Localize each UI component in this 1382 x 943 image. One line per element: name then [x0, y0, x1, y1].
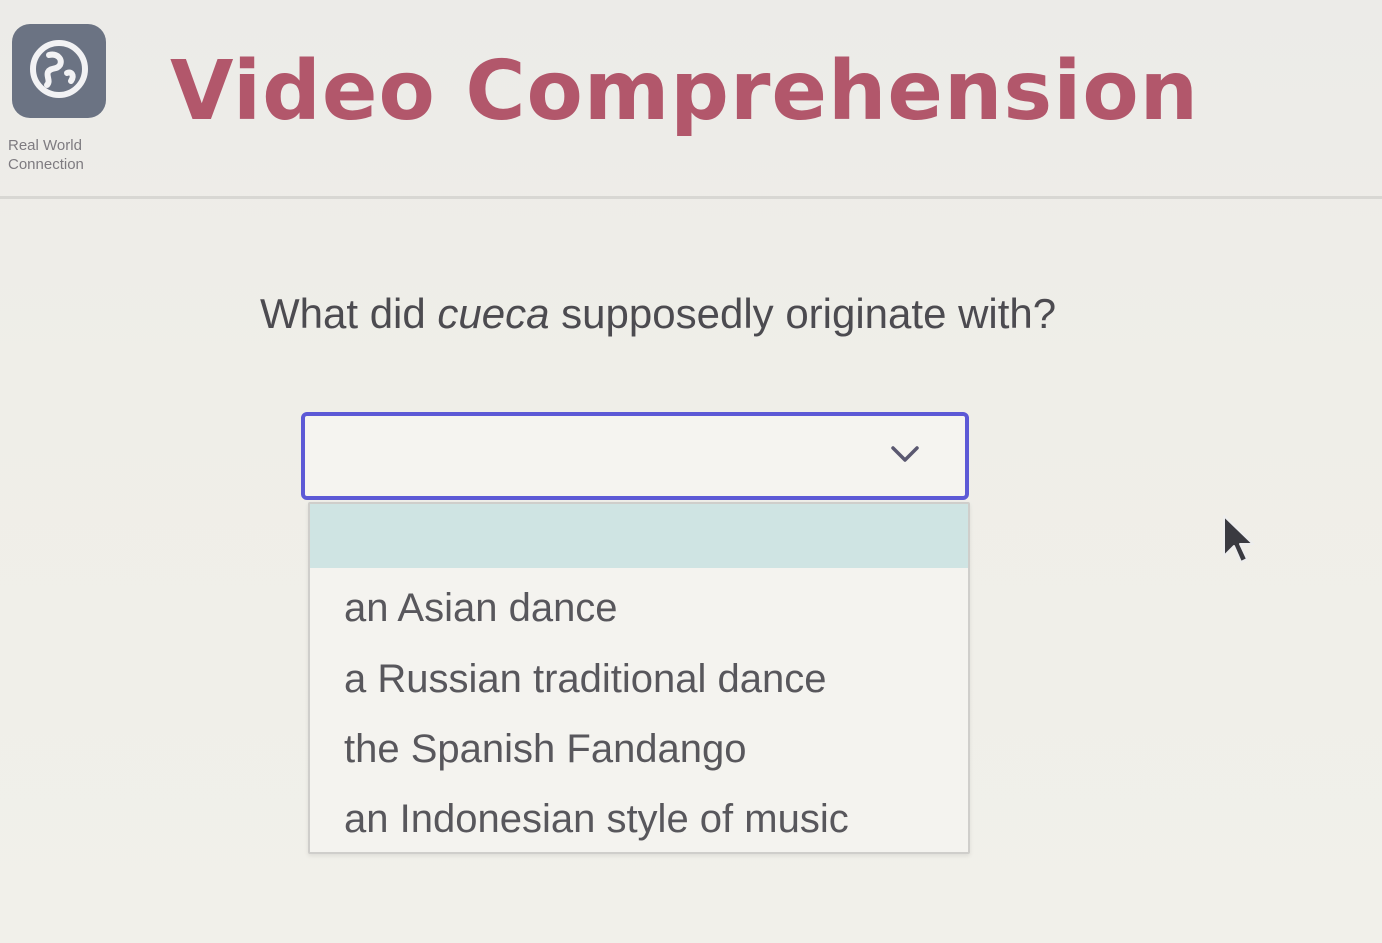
question-emphasis: cueca: [437, 290, 550, 337]
dropdown-option-blank[interactable]: [310, 504, 968, 568]
dropdown-list: an Asian dance a Russian traditional dan…: [308, 502, 970, 854]
chevron-down-icon: [891, 446, 919, 462]
question-text: What did cueca supposedly originate with…: [260, 290, 1056, 338]
dropdown-option[interactable]: a Russian traditional dance: [310, 644, 968, 714]
question-prefix: What did: [260, 290, 438, 337]
badge-caption-line-1: Real World: [8, 137, 82, 154]
answer-select[interactable]: [301, 412, 969, 500]
dropdown-option[interactable]: an Asian dance: [310, 568, 968, 644]
page-header: Real World Connection Video Comprehensio…: [0, 0, 1382, 200]
badge-caption-line-2: Connection: [8, 156, 84, 173]
dropdown-option[interactable]: the Spanish Fandango: [310, 714, 968, 784]
page-title: Video Comprehension: [170, 44, 1200, 139]
real-world-connection-badge: [12, 24, 106, 118]
header-divider: [0, 196, 1382, 199]
dropdown-option[interactable]: an Indonesian style of music: [310, 784, 968, 854]
globe-icon: [27, 37, 91, 106]
question-suffix: supposedly originate with?: [549, 290, 1057, 337]
badge-caption: Real World Connection: [8, 136, 138, 174]
mouse-pointer-icon: [1223, 515, 1254, 563]
